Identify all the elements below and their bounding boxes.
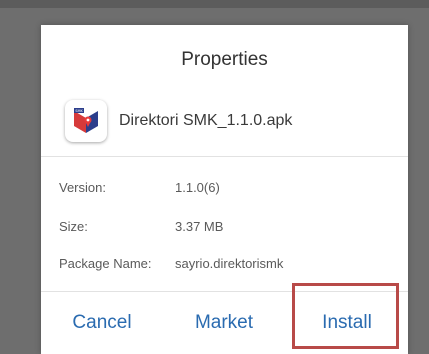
size-label: Size: [59, 219, 88, 234]
version-value: 1.1.0(6) [175, 180, 220, 195]
package-value: sayrio.direktorismk [175, 256, 284, 271]
properties-dialog: Properties SMK Direktori SMK_1.1.0.apk V… [41, 25, 408, 354]
package-label: Package Name: [59, 256, 152, 271]
app-logo-icon: SMK [65, 100, 107, 142]
svg-text:SMK: SMK [75, 109, 83, 113]
version-label: Version: [59, 180, 106, 195]
install-highlight-box [292, 283, 399, 349]
cancel-button[interactable]: Cancel [41, 295, 163, 351]
market-button[interactable]: Market [163, 295, 285, 351]
status-bar-strip [0, 0, 429, 8]
dialog-title: Properties [181, 49, 268, 70]
size-value: 3.37 MB [175, 219, 224, 234]
apk-file-name: Direktori SMK_1.1.0.apk [119, 112, 293, 129]
app-info-row: SMK Direktori SMK_1.1.0.apk [65, 98, 292, 144]
divider [41, 156, 408, 157]
